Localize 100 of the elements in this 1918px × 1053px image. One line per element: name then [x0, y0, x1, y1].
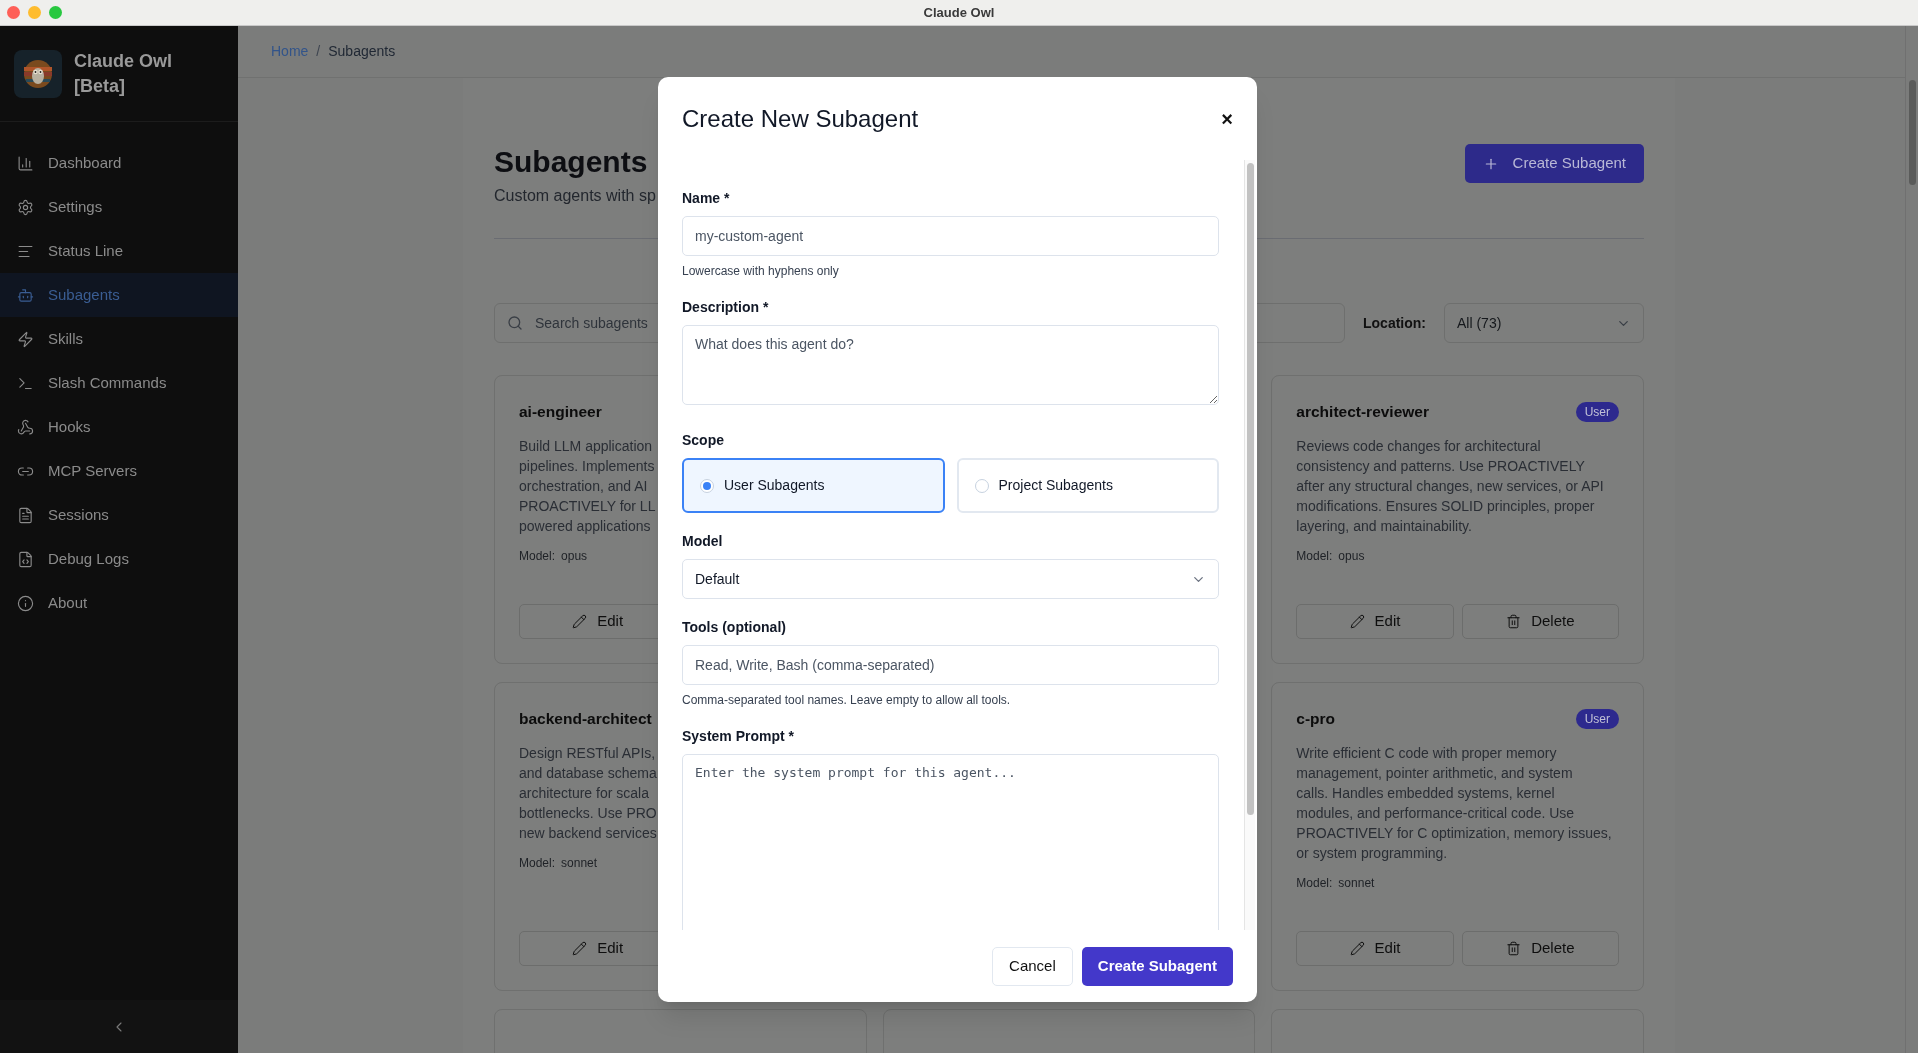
create-button[interactable]: Create Subagent [1081, 946, 1233, 986]
scope-badge: User [1575, 709, 1619, 729]
code-file-icon [17, 550, 34, 568]
agent-description: modifications. Ensures SOLID principles, proper [1296, 497, 1595, 516]
agent-description: bottlenecks. Use PRO [519, 804, 657, 823]
webhook-icon [17, 418, 34, 436]
owl-logo-icon [23, 58, 53, 89]
agent-description: PROACTIVELY for LL [519, 497, 656, 516]
sidebar-item[interactable]: Skills [0, 317, 238, 361]
agent-description: Design RESTful APIs, [519, 744, 656, 763]
sidebar-item[interactable]: Debug Logs [0, 537, 238, 581]
agent-description: orchestration, and AI [519, 477, 648, 496]
sidebar-item[interactable]: About [0, 581, 238, 625]
pencil-icon [572, 941, 588, 956]
agent-name: backend-architect [519, 709, 652, 730]
sidebar-item[interactable]: Sessions [0, 493, 238, 537]
agent-description: new backend services [519, 824, 657, 843]
agent-description: layering, and maintainability. [1296, 517, 1472, 536]
description-field[interactable]: What does this agent do? [682, 325, 1219, 405]
agent-description: and database schema [519, 764, 657, 783]
model-value: sonnet [1338, 875, 1375, 892]
lightning-icon [17, 330, 34, 348]
pencil-icon [1349, 941, 1365, 956]
model-label: Model: [519, 548, 556, 565]
agent-description: Reviews code changes for architectural [1296, 437, 1541, 456]
field-hint: Lowercase with hyphens only [682, 263, 840, 279]
dialog-title: Create New Subagent [682, 103, 919, 134]
page-title: Subagents [494, 144, 649, 180]
radio-icon [974, 478, 989, 493]
field-label: System Prompt * [682, 727, 796, 745]
text-field[interactable]: my-custom-agent [682, 216, 1219, 256]
agent-description: PROACTIVELY for C optimization, memory issues, [1296, 824, 1612, 843]
field-label: Model [682, 532, 724, 550]
agent-description: or system programming. [1296, 844, 1448, 863]
delete-button[interactable]: Delete [1461, 931, 1619, 966]
text-field[interactable]: Read, Write, Bash (comma-separated) [682, 645, 1219, 685]
breadcrumb-separator: / [316, 42, 321, 61]
scrollbar-thumb[interactable] [1908, 80, 1916, 185]
sidebar-item[interactable]: Slash Commands [0, 361, 238, 405]
scrollbar-thumb[interactable] [1246, 163, 1254, 815]
delete-button[interactable]: Delete [1461, 604, 1619, 639]
field-label: Description * [682, 298, 770, 316]
bar-chart-icon [17, 154, 34, 172]
field-label: Name * [682, 189, 731, 207]
field-label: Tools (optional) [682, 618, 787, 636]
sidebar-item[interactable]: Status Line [0, 229, 238, 273]
model-label: Model: [519, 855, 556, 872]
sidebar-item[interactable]: Hooks [0, 405, 238, 449]
app-name: Claude Owl [Beta] [74, 49, 173, 98]
page-subtitle: Custom agents with sp [494, 186, 656, 206]
sidebar-item[interactable]: MCP Servers [0, 449, 238, 493]
scope-option[interactable]: User Subagents [682, 458, 945, 513]
cancel-button[interactable]: Cancel [992, 946, 1073, 986]
breadcrumb-current: Subagents [328, 42, 396, 61]
zoom-window-button[interactable] [49, 6, 62, 19]
minimize-window-button[interactable] [28, 6, 41, 19]
scope-option[interactable]: Project Subagents [956, 458, 1219, 513]
agent-description: consistency and patterns. Use PROACTIVELY [1296, 457, 1585, 476]
trash-icon [1506, 614, 1522, 629]
model-select[interactable]: Default [682, 559, 1219, 599]
agent-description: pipelines. Implements [519, 457, 655, 476]
pencil-icon [572, 614, 588, 629]
close-window-button[interactable] [7, 6, 20, 19]
model-label: Model: [1296, 875, 1333, 892]
agent-description: calls. Handles embedded systems, kernel [1296, 784, 1555, 803]
model-value: opus [1338, 548, 1365, 565]
search-icon [507, 315, 523, 331]
robot-icon [17, 286, 34, 304]
agent-description: management, pointer arithmetic, and system [1296, 764, 1573, 783]
model-value: sonnet [561, 855, 598, 872]
pencil-icon [1349, 614, 1365, 629]
radio-icon [700, 478, 714, 493]
model-label: Model: [1296, 548, 1333, 565]
close-button[interactable]: × [1221, 108, 1233, 129]
agent-description: architecture for scala [519, 784, 649, 803]
sidebar-item[interactable]: Dashboard [0, 141, 238, 185]
trash-icon [1506, 941, 1522, 956]
system-prompt-field[interactable]: Enter the system prompt for this agent... [682, 754, 1219, 930]
agent-description: powered applications [519, 517, 651, 536]
edit-button[interactable]: Edit [1296, 604, 1454, 639]
agent-name: architect-reviewer [1296, 402, 1429, 423]
sidebar-item[interactable]: Settings [0, 185, 238, 229]
agent-name: c-pro [1296, 709, 1336, 730]
create-subagent-button[interactable]: Create Subagent [1464, 144, 1644, 183]
settings-icon [17, 198, 34, 216]
document-icon [17, 506, 34, 524]
location-select[interactable]: All (73) [1444, 303, 1644, 343]
model-value: opus [561, 548, 588, 565]
field-hint: Comma-separated tool names. Leave empty to allow all tools. [682, 692, 1012, 708]
field-label: Scope [682, 431, 725, 449]
scope-badge: User [1575, 402, 1619, 422]
agent-description: modules, and performance-critical code. Use [1296, 804, 1575, 823]
location-label: Location: [1363, 313, 1426, 333]
agent-description: after any structural changes, new services, or API [1296, 477, 1604, 496]
window-title: Claude Owl [923, 3, 995, 22]
edit-button[interactable]: Edit [1296, 931, 1454, 966]
agent-description: Build LLM application [519, 437, 653, 456]
agent-description: Write efficient C code with proper memory [1296, 744, 1557, 763]
info-icon [17, 594, 34, 612]
agent-name: ai-engineer [519, 402, 602, 423]
